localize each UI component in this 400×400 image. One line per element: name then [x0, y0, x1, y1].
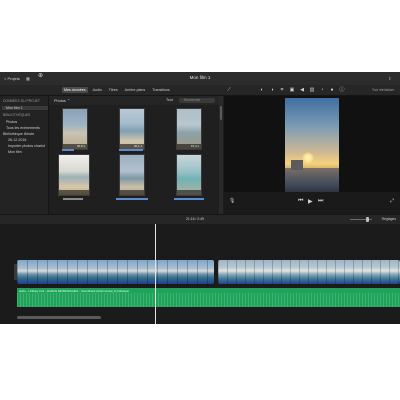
settings-button[interactable]: Réglages [382, 217, 396, 221]
media-clip[interactable]: 30,1 s [119, 108, 145, 150]
building-silhouette [291, 160, 303, 170]
playback-controls: 🎙 ⏮ ▶ ⏭ ⤢ [224, 192, 400, 214]
tab-transitions[interactable]: Transitions [150, 87, 171, 93]
audio-waveform [17, 293, 400, 307]
playhead[interactable] [155, 224, 156, 324]
stabilize-icon[interactable]: ▣ [289, 87, 295, 93]
zoom-slider-knob[interactable] [366, 217, 369, 222]
chevron-updown-icon: ⌃ [66, 99, 71, 103]
media-clip[interactable] [58, 154, 90, 196]
imovie-window: < Projets ▦ ⊕ Mon film 1 ⇧ Mes données A… [0, 72, 400, 324]
scrollbar-thumb[interactable] [220, 106, 222, 120]
title-bar: < Projets ▦ ⊕ Mon film 1 ⇧ [0, 72, 400, 86]
video-filmstrip [17, 260, 214, 284]
project-media-header: DONNÉES DU PROJET [3, 99, 40, 103]
toolbar: Mes données Audio Titres Arrière-plans T… [0, 85, 400, 96]
wand-icon[interactable]: ⟋ [226, 87, 232, 93]
source-dropdown-label: Photos [54, 99, 66, 103]
media-clip[interactable] [119, 154, 145, 196]
tab-my-media[interactable]: Mes données [62, 87, 88, 93]
sidebar-item-photos[interactable]: Photos [6, 120, 17, 124]
timecode: 21:16 / 2:49 [186, 217, 204, 221]
tab-backgrounds[interactable]: Arrière-plans [123, 87, 148, 93]
window-title: Mon film 1 [189, 75, 211, 80]
clip-duration [59, 190, 89, 195]
color-balance-icon[interactable]: ◐ [259, 87, 265, 93]
sidebar-item-imovie-library[interactable]: Bibliothèque iMovie [3, 132, 34, 136]
filter-icon[interactable]: ● [329, 87, 335, 93]
clip-used-indicator [119, 149, 143, 151]
noise-icon[interactable]: ▥ [309, 87, 315, 93]
browser-toolbar: Photos ⌃ Tout Rechercher [49, 96, 219, 105]
play-icon[interactable]: ▶ [308, 198, 313, 205]
media-clip[interactable]: 15,4 s [176, 108, 202, 150]
video-clip-2[interactable] [218, 260, 400, 284]
skip-forward-icon[interactable]: ⏭ [318, 198, 323, 205]
share-icon[interactable]: ⇧ [388, 75, 391, 82]
clip-used-indicator [62, 149, 74, 151]
clip-used-indicator [174, 198, 204, 200]
sidebar-item-event-date[interactable]: 26-12-2018 [8, 138, 26, 142]
media-tabs: Mes données Audio Titres Arrière-plans T… [62, 87, 172, 93]
sidebar-item-project[interactable]: Mon film 1 [2, 106, 48, 110]
source-dropdown[interactable]: Photos ⌃ [54, 98, 70, 103]
preview-viewer: 🎙 ⏮ ▶ ⏭ ⤢ [224, 96, 400, 214]
info-icon[interactable]: ⓘ [339, 87, 345, 93]
speed-icon[interactable]: ◔ [319, 87, 325, 93]
mic-icon[interactable]: 🎙 [229, 198, 235, 204]
audio-track[interactable]: Hello – Unlikely Link – ECRAN DE BRANCHE… [17, 288, 400, 307]
video-clip-1[interactable] [17, 260, 214, 284]
library-sidebar: DONNÉES DU PROJET Mon film 1 BIBLIOTHÈQU… [0, 96, 49, 214]
sidebar-item-import[interactable]: Importer photos chariot [8, 144, 45, 148]
filter-all-select[interactable]: Tout [166, 98, 173, 102]
video-filmstrip [218, 260, 400, 284]
color-correction-icon[interactable]: ◑ [269, 87, 275, 93]
tab-titles[interactable]: Titres [107, 87, 120, 93]
clip-used-indicator [116, 198, 148, 200]
clip-duration [177, 190, 201, 195]
timeline-scrollbar[interactable] [17, 316, 101, 319]
volume-icon[interactable]: ◀ [299, 87, 305, 93]
tab-audio[interactable]: Audio [91, 87, 104, 93]
clip-used-indicator [63, 198, 83, 200]
timeline: Hello – Unlikely Link – ECRAN DE BRANCHE… [0, 224, 400, 324]
sidebar-item-movie[interactable]: Mon film [8, 150, 22, 154]
viewer-tools: ⟋ ◐ ◑ ⌗ ▣ ◀ ▥ ◔ ● ⓘ Tout réinitialiser [226, 86, 400, 94]
video-preview [285, 98, 339, 192]
browser-scrollbar[interactable] [219, 96, 223, 214]
media-clip[interactable] [176, 154, 202, 196]
libraries-header: BIBLIOTHÈQUES [3, 113, 31, 117]
skip-back-icon[interactable]: ⏮ [298, 198, 303, 205]
sidebar-item-all-events[interactable]: Tous les événements [6, 126, 40, 130]
media-browser: Photos ⌃ Tout Rechercher 30,8 s 30,1 s 1… [49, 96, 219, 214]
sun-glow [302, 152, 314, 164]
media-clip[interactable]: 30,8 s [62, 108, 88, 150]
fullscreen-icon[interactable]: ⤢ [390, 198, 394, 204]
clip-duration [120, 190, 144, 195]
reset-all-button[interactable]: Tout réinitialiser [372, 88, 394, 92]
shore-shadow [285, 168, 339, 192]
clip-duration: 15,4 s [177, 144, 201, 149]
search-input[interactable]: Rechercher [179, 97, 215, 103]
crop-icon[interactable]: ⌗ [279, 87, 285, 93]
